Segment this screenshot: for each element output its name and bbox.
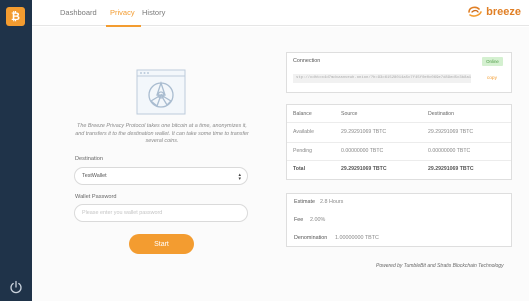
divider [287, 142, 511, 143]
row-label: Available [293, 129, 314, 135]
row-destination: 29.29291069 TBTC [428, 166, 474, 172]
row-label: Total [293, 166, 306, 172]
status-badge: Online [482, 57, 503, 66]
breeze-logo-icon [468, 6, 482, 17]
row-source: 29.29291069 TBTC [341, 129, 387, 135]
password-input[interactable]: Please enter you wallet password [74, 204, 248, 222]
sidebar: ₿ [0, 0, 32, 301]
row-label: Pending [293, 148, 313, 154]
row-source: 0.00000000 TBTC [341, 148, 384, 154]
divider [287, 122, 511, 123]
connection-address[interactable]: stp://cdhtcx4d7mdxzanveuh.onion/?h=93c61… [293, 74, 471, 83]
row-source: 29.29291069 TBTC [341, 166, 387, 172]
password-label: Wallet Password [75, 194, 117, 200]
brand-name: breeze [486, 6, 521, 18]
bitcoin-logo: ₿ [6, 7, 25, 26]
table-row: Pending 0.00000000 TBTC 0.00000000 TBTC [287, 145, 511, 158]
tab-privacy[interactable]: Privacy [110, 8, 135, 17]
table-row: Available 29.29291069 TBTC 29.29291069 T… [287, 126, 511, 139]
fee-label: Fee [294, 217, 304, 223]
destination-label: Destination [75, 156, 103, 162]
connection-title: Connection [293, 58, 321, 64]
estimate-card: Estimate 2.8 Hours Fee 2.00% Denominatio… [286, 193, 512, 247]
fee-value: 2.00% [310, 217, 326, 223]
denomination-value: 1.00000000 TBTC [335, 235, 379, 241]
brand-logo: breeze [467, 4, 521, 20]
estimate-label: Estimate [294, 199, 315, 205]
row-destination: 0.00000000 TBTC [428, 148, 471, 154]
denomination-label: Denomination [294, 235, 328, 241]
privacy-description: The Breeze Privacy Protocol takes one bi… [75, 123, 249, 144]
balance-header: Balance [293, 111, 312, 117]
divider [287, 160, 511, 161]
table-row: Total 29.29291069 TBTC 29.29291069 TBTC [287, 163, 511, 176]
start-button[interactable]: Start [129, 234, 194, 254]
powered-by-footer: Powered by TumbleBit and Stratis Blockch… [376, 263, 504, 269]
tab-dashboard[interactable]: Dashboard [60, 8, 97, 17]
copy-button[interactable]: copy [487, 76, 497, 81]
tab-history[interactable]: History [142, 8, 165, 17]
balance-card: Balance Source Destination Available 29.… [286, 104, 512, 180]
power-icon[interactable] [9, 280, 23, 294]
destination-header: Destination [428, 111, 454, 117]
destination-value: TestWallet [82, 173, 107, 179]
source-header: Source [341, 111, 358, 117]
privacy-window-illustration [136, 69, 186, 115]
destination-select[interactable]: TestWallet ▴ ▾ [74, 167, 248, 185]
top-navigation: Dashboard Privacy History breeze [32, 0, 529, 27]
row-destination: 29.29291069 TBTC [428, 129, 474, 135]
select-arrows-icon: ▴ ▾ [238, 172, 241, 182]
password-placeholder: Please enter you wallet password [82, 210, 163, 216]
estimate-value: 2.8 Hours [320, 199, 344, 205]
connection-card: Connection Online stp://cdhtcx4d7mdxzanv… [286, 52, 512, 93]
balance-header-row: Balance Source Destination [287, 108, 511, 121]
